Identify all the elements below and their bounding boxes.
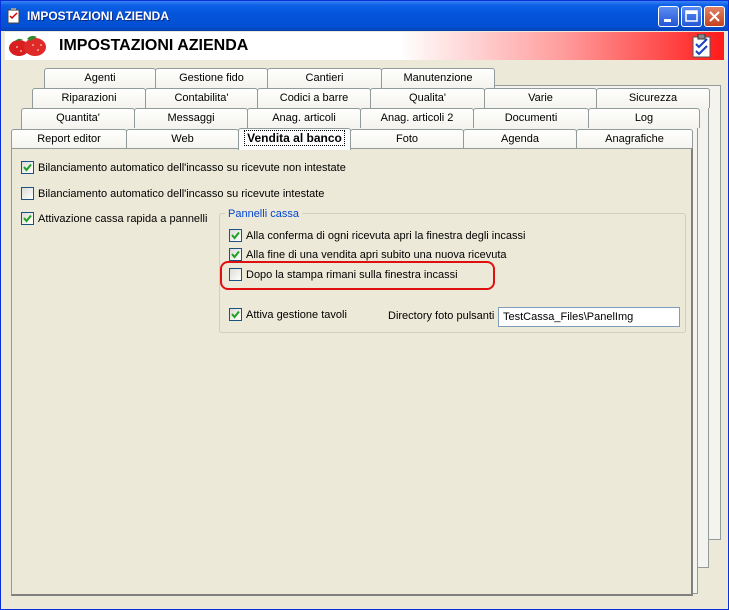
header-banner: IMPOSTAZIONI AZIENDA — [5, 32, 724, 60]
tab-gestione-fido[interactable]: Gestione fido — [155, 68, 268, 88]
minimize-icon — [664, 19, 671, 22]
tab-report-editor[interactable]: Report editor — [11, 129, 127, 149]
option-label: Dopo la stampa rimani sulla finestra inc… — [246, 268, 458, 281]
option-conferma-ricevuta[interactable]: Alla conferma di ogni ricevuta apri la f… — [229, 229, 525, 242]
option-gestione-tavoli[interactable]: Attiva gestione tavoli — [229, 308, 347, 321]
window-title: IMPOSTAZIONI AZIENDA — [27, 9, 169, 23]
option-cassa-rapida[interactable]: Attivazione cassa rapida a pannelli — [21, 212, 207, 225]
tab-codici-a-barre[interactable]: Codici a barre — [257, 88, 371, 108]
option-label: Bilanciamento automatico dell'incasso su… — [38, 187, 325, 200]
tab-varie[interactable]: Varie — [484, 88, 597, 108]
checkmark-icon — [231, 231, 240, 240]
directory-label: Directory foto pulsanti : — [388, 310, 501, 322]
tab-documenti[interactable]: Documenti — [473, 108, 589, 128]
option-fine-vendita[interactable]: Alla fine di una vendita apri subito una… — [229, 248, 507, 261]
tab-riparazioni[interactable]: Riparazioni — [32, 88, 146, 108]
header-title: IMPOSTAZIONI AZIENDA — [59, 37, 249, 54]
checkbox[interactable] — [229, 268, 242, 281]
checkbox[interactable] — [21, 212, 34, 225]
tab-agenda[interactable]: Agenda — [463, 129, 577, 149]
option-label: Attivazione cassa rapida a pannelli — [38, 212, 208, 225]
checkbox[interactable] — [229, 308, 242, 321]
tab-anagrafiche[interactable]: Anagrafiche — [576, 129, 693, 149]
clipboard-check-icon — [692, 34, 711, 58]
checkbox[interactable] — [229, 248, 242, 261]
strawberry-logo-icon — [9, 35, 46, 56]
tab-agenti[interactable]: Agenti — [44, 68, 156, 88]
maximize-button[interactable] — [681, 6, 702, 27]
option-label: Bilanciamento automatico dell'incasso su… — [38, 161, 346, 174]
checkmark-icon — [23, 163, 32, 172]
option-bilanciamento-intestate[interactable]: Bilanciamento automatico dell'incasso su… — [21, 187, 324, 200]
tab-messaggi[interactable]: Messaggi — [134, 108, 248, 128]
settings-window: IMPOSTAZIONI AZIENDA IMPOSTAZIONI AZIEND… — [0, 0, 729, 610]
tab-manutenzione[interactable]: Manutenzione — [381, 68, 495, 88]
checkmark-icon — [231, 250, 240, 259]
tab-sicurezza[interactable]: Sicurezza — [596, 88, 710, 108]
tab-vendita-al-banco-label: Vendita al banco — [244, 130, 345, 146]
option-label: Alla conferma di ogni ricevuta apri la f… — [246, 229, 526, 242]
checkbox[interactable] — [21, 187, 34, 200]
directory-input[interactable] — [498, 307, 680, 327]
close-button[interactable] — [704, 6, 725, 27]
tab-contabilita[interactable]: Contabilita' — [145, 88, 258, 108]
checkmark-icon — [231, 310, 240, 319]
tab-log[interactable]: Log — [588, 108, 700, 128]
checkbox[interactable] — [229, 229, 242, 242]
tab-web[interactable]: Web — [126, 129, 239, 149]
tab-qualita[interactable]: Qualita' — [370, 88, 485, 108]
close-icon — [709, 11, 720, 22]
app-icon — [7, 8, 20, 24]
maximize-icon — [685, 10, 698, 22]
checkbox[interactable] — [21, 161, 34, 174]
option-label: Alla fine di una vendita apri subito una… — [246, 248, 507, 261]
title-bar[interactable]: IMPOSTAZIONI AZIENDA — [1, 1, 728, 31]
option-bilanciamento-non-intestate[interactable]: Bilanciamento automatico dell'incasso su… — [21, 161, 346, 174]
tab-foto[interactable]: Foto — [350, 129, 464, 149]
group-label: Pannelli cassa — [225, 208, 302, 220]
tab-anag-articoli[interactable]: Anag. articoli — [247, 108, 361, 128]
option-label: Attiva gestione tavoli — [246, 308, 347, 321]
checkmark-icon — [23, 214, 32, 223]
tab-anag-articoli-2[interactable]: Anag. articoli 2 — [360, 108, 474, 128]
option-dopo-stampa[interactable]: Dopo la stampa rimani sulla finestra inc… — [229, 268, 458, 281]
tab-cantieri[interactable]: Cantieri — [267, 68, 382, 88]
tab-vendita-al-banco[interactable]: Vendita al banco — [238, 128, 351, 150]
minimize-button[interactable] — [658, 6, 679, 27]
tab-quantita[interactable]: Quantita' — [21, 108, 135, 128]
